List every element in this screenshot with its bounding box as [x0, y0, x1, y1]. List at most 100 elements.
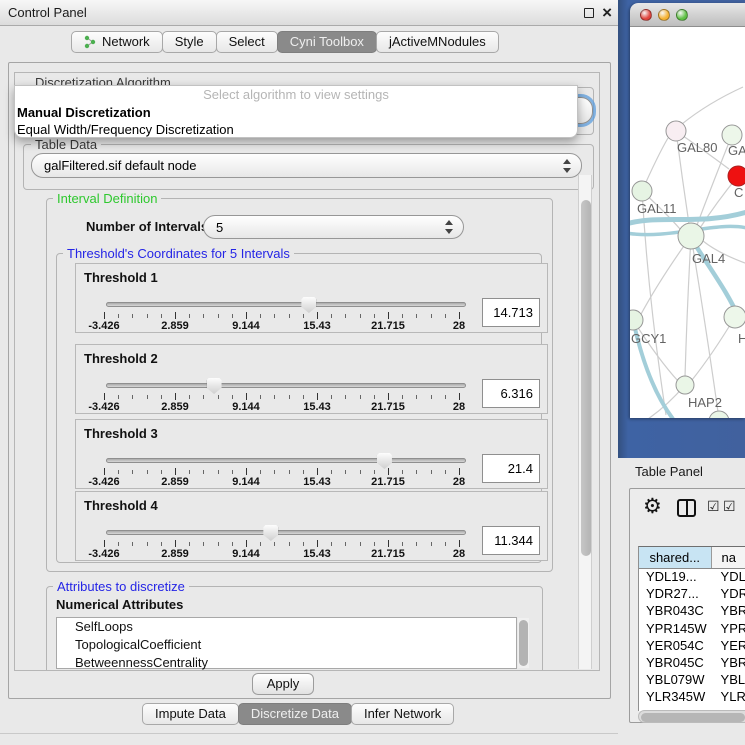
slider-thumb[interactable]: [377, 453, 392, 469]
network-canvas[interactable]: GAL80GACGAL11GAL4GCY1HHAP2: [630, 27, 745, 418]
network-node[interactable]: [709, 411, 729, 418]
tab-select[interactable]: Select: [216, 31, 278, 53]
network-node[interactable]: [722, 125, 742, 145]
column-header-name[interactable]: na: [712, 547, 745, 568]
slider-thumb[interactable]: [207, 378, 222, 394]
network-node[interactable]: [728, 166, 745, 186]
table-horizontal-scrollbar[interactable]: [638, 710, 745, 723]
slider-thumb[interactable]: [263, 525, 278, 541]
table-row[interactable]: YDL19...YDL1: [639, 569, 745, 586]
table-row[interactable]: YPR145WYPR1: [639, 621, 745, 638]
slider-tick: [246, 312, 247, 319]
attribute-list-item[interactable]: BetweennessCentrality: [57, 654, 516, 671]
threshold-4-slider[interactable]: -3.4262.8599.14415.4321.71528: [76, 492, 476, 562]
cell-name[interactable]: YBR0: [712, 603, 745, 620]
network-node[interactable]: [678, 223, 704, 249]
slider-thumb[interactable]: [301, 297, 316, 313]
slider-tick: [189, 395, 190, 399]
cell-name[interactable]: YBL0: [712, 672, 745, 689]
cell-shared-name[interactable]: YDR27...: [639, 586, 712, 603]
table-row[interactable]: YER054CYER0: [639, 638, 745, 655]
number-of-intervals-combobox[interactable]: 5: [203, 215, 464, 239]
float-panel-icon[interactable]: [584, 8, 594, 18]
checkbox-icon[interactable]: ☑: [723, 498, 736, 515]
table-data-combobox[interactable]: galFiltered.sif default node: [31, 153, 582, 178]
slider-ticks: [104, 393, 460, 401]
threshold-1-slider[interactable]: -3.4262.8599.14415.4321.71528: [76, 264, 476, 334]
cell-shared-name[interactable]: YBR043C: [639, 603, 712, 620]
slider-track[interactable]: [106, 530, 466, 535]
tab-infer-network[interactable]: Infer Network: [351, 703, 454, 725]
settings-scrollbar[interactable]: [578, 175, 592, 669]
threshold-4-panel: Threshold 4 -3.4262.8599.14415.4321.7152…: [75, 491, 548, 561]
cell-shared-name[interactable]: YLR345W: [639, 689, 712, 706]
column-header-shared-name[interactable]: shared...: [639, 547, 712, 568]
cell-name[interactable]: YLR3: [712, 689, 745, 706]
settings-scrollbar-thumb[interactable]: [581, 200, 591, 556]
cell-name[interactable]: YBR0: [712, 655, 745, 672]
close-window-icon[interactable]: [640, 9, 652, 21]
table-hscroll-thumb[interactable]: [641, 713, 745, 722]
zoom-window-icon[interactable]: [676, 9, 688, 21]
slider-tick: [246, 393, 247, 400]
gear-icon[interactable]: ⚙: [643, 494, 662, 519]
columns-icon[interactable]: [677, 499, 696, 517]
tab-jactivemnodules[interactable]: jActiveMNodules: [376, 31, 499, 53]
threshold-2-value[interactable]: 6.316: [482, 379, 540, 408]
threshold-2-slider[interactable]: -3.4262.8599.14415.4321.71528: [76, 345, 476, 415]
slider-tick-label: 21.715: [371, 320, 405, 332]
slider-track[interactable]: [106, 458, 466, 463]
cell-shared-name[interactable]: YBR045C: [639, 655, 712, 672]
apply-button[interactable]: Apply: [252, 673, 314, 695]
dropdown-option-equal-width[interactable]: Equal Width/Frequency Discretization: [15, 121, 577, 138]
slider-tick-label: 15.43: [303, 320, 331, 332]
network-node[interactable]: [676, 376, 694, 394]
numerical-attributes-list[interactable]: SelfLoopsTopologicalCoefficientBetweenne…: [56, 617, 517, 669]
tab-network[interactable]: Network: [71, 31, 163, 53]
attribute-list-item[interactable]: SelfLoops: [57, 618, 516, 636]
slider-tick: [402, 470, 403, 474]
table-panel-header: Table Panel: [618, 458, 745, 486]
tab-discretize-data[interactable]: Discretize Data: [238, 703, 352, 725]
table-row[interactable]: YBL079WYBL0: [639, 672, 745, 689]
minimize-window-icon[interactable]: [658, 9, 670, 21]
tab-impute-data[interactable]: Impute Data: [142, 703, 239, 725]
cell-name[interactable]: YDL1: [712, 569, 745, 586]
network-node[interactable]: [724, 306, 745, 328]
table-row[interactable]: YBR043CYBR0: [639, 603, 745, 620]
threshold-1-value[interactable]: 14.713: [482, 298, 540, 327]
cell-name[interactable]: YDR2: [712, 586, 745, 603]
slider-tick: [374, 314, 375, 318]
threshold-3-value[interactable]: 21.4: [482, 454, 540, 483]
network-node[interactable]: [666, 121, 686, 141]
cell-shared-name[interactable]: YPR145W: [639, 621, 712, 638]
threshold-coordinates-label: Threshold's Coordinates for 5 Intervals: [63, 246, 294, 261]
slider-tick: [388, 540, 389, 547]
slider-track[interactable]: [106, 302, 466, 307]
slider-tick: [459, 468, 460, 475]
network-node[interactable]: [632, 181, 652, 201]
table-row[interactable]: YDR27...YDR2: [639, 586, 745, 603]
cell-shared-name[interactable]: YDL19...: [639, 569, 712, 586]
slider-tick: [459, 393, 460, 400]
slider-tick: [388, 393, 389, 400]
table-row[interactable]: YBR045CYBR0: [639, 655, 745, 672]
cell-shared-name[interactable]: YER054C: [639, 638, 712, 655]
attribute-list-item[interactable]: TopologicalCoefficient: [57, 636, 516, 654]
tab-cyni-toolbox[interactable]: Cyni Toolbox: [277, 31, 377, 53]
threshold-3-slider[interactable]: -3.4262.8599.14415.4321.71528: [76, 420, 476, 490]
cell-shared-name[interactable]: YBL079W: [639, 672, 712, 689]
threshold-4-value[interactable]: 11.344: [482, 526, 540, 555]
cell-name[interactable]: YER0: [712, 638, 745, 655]
slider-tick: [189, 470, 190, 474]
cell-name[interactable]: YPR1: [712, 621, 745, 638]
tab-style[interactable]: Style: [162, 31, 217, 53]
close-panel-icon[interactable]: ×: [602, 2, 612, 24]
slider-track[interactable]: [106, 383, 466, 388]
checkbox-icon[interactable]: ☑: [707, 498, 720, 515]
network-window-titlebar[interactable]: [630, 3, 745, 27]
table-row[interactable]: YLR345WYLR3: [639, 689, 745, 706]
attributes-list-scrollbar[interactable]: [518, 618, 529, 668]
dropdown-option-manual[interactable]: Manual Discretization: [15, 104, 577, 121]
node-label: H: [738, 331, 745, 346]
